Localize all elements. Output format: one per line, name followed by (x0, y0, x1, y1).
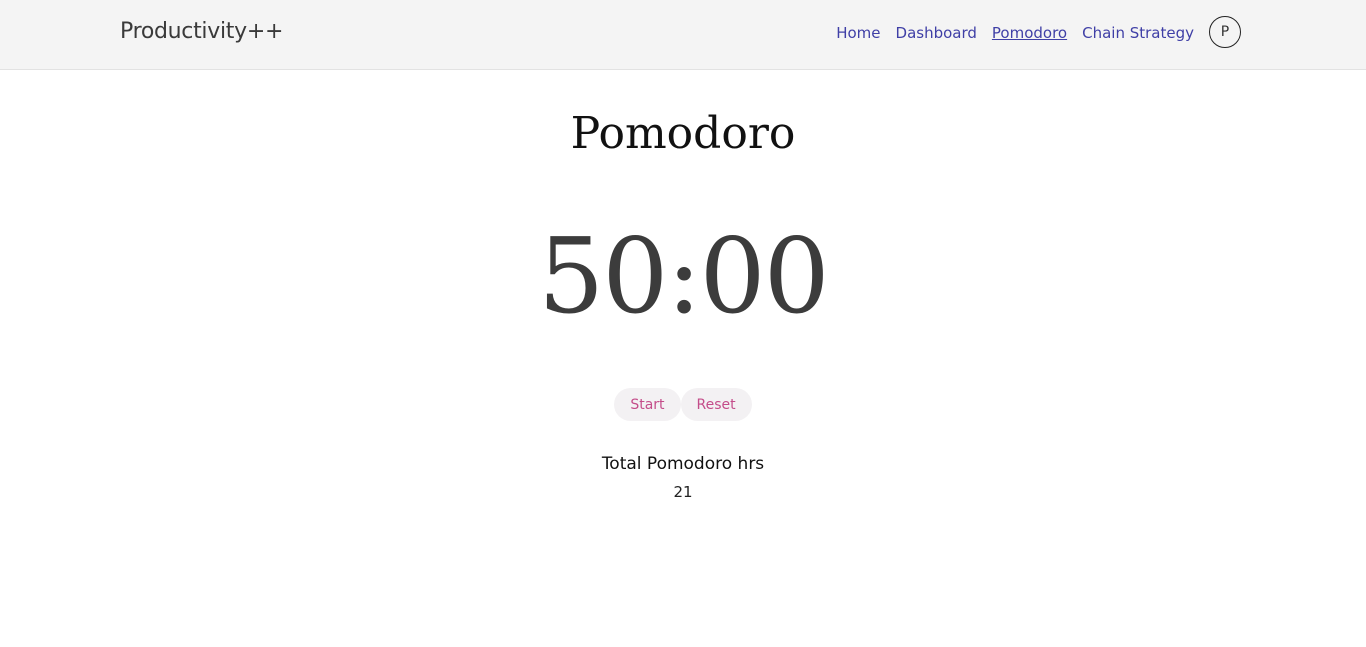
total-hours-value: 21 (673, 483, 693, 501)
reset-button[interactable]: Reset (680, 388, 752, 421)
total-hours-label: Total Pomodoro hrs (601, 454, 765, 474)
start-button[interactable]: Start (614, 388, 681, 421)
nav-link-chain-strategy[interactable]: Chain Strategy (1082, 24, 1194, 42)
brand-logo[interactable]: Productivity++ (120, 19, 283, 44)
navbar: Productivity++ Home Dashboard Pomodoro C… (0, 0, 1366, 70)
timer-controls: Start Reset (0, 388, 1366, 421)
avatar[interactable]: P (1209, 16, 1241, 48)
page-title: Pomodoro (570, 108, 796, 159)
timer-display: 50:00 (538, 215, 830, 337)
nav-link-pomodoro[interactable]: Pomodoro (992, 24, 1067, 42)
nav-link-dashboard[interactable]: Dashboard (896, 24, 977, 42)
nav-link-home[interactable]: Home (836, 24, 880, 42)
nav-links: Home Dashboard Pomodoro Chain Strategy P (836, 16, 1241, 48)
